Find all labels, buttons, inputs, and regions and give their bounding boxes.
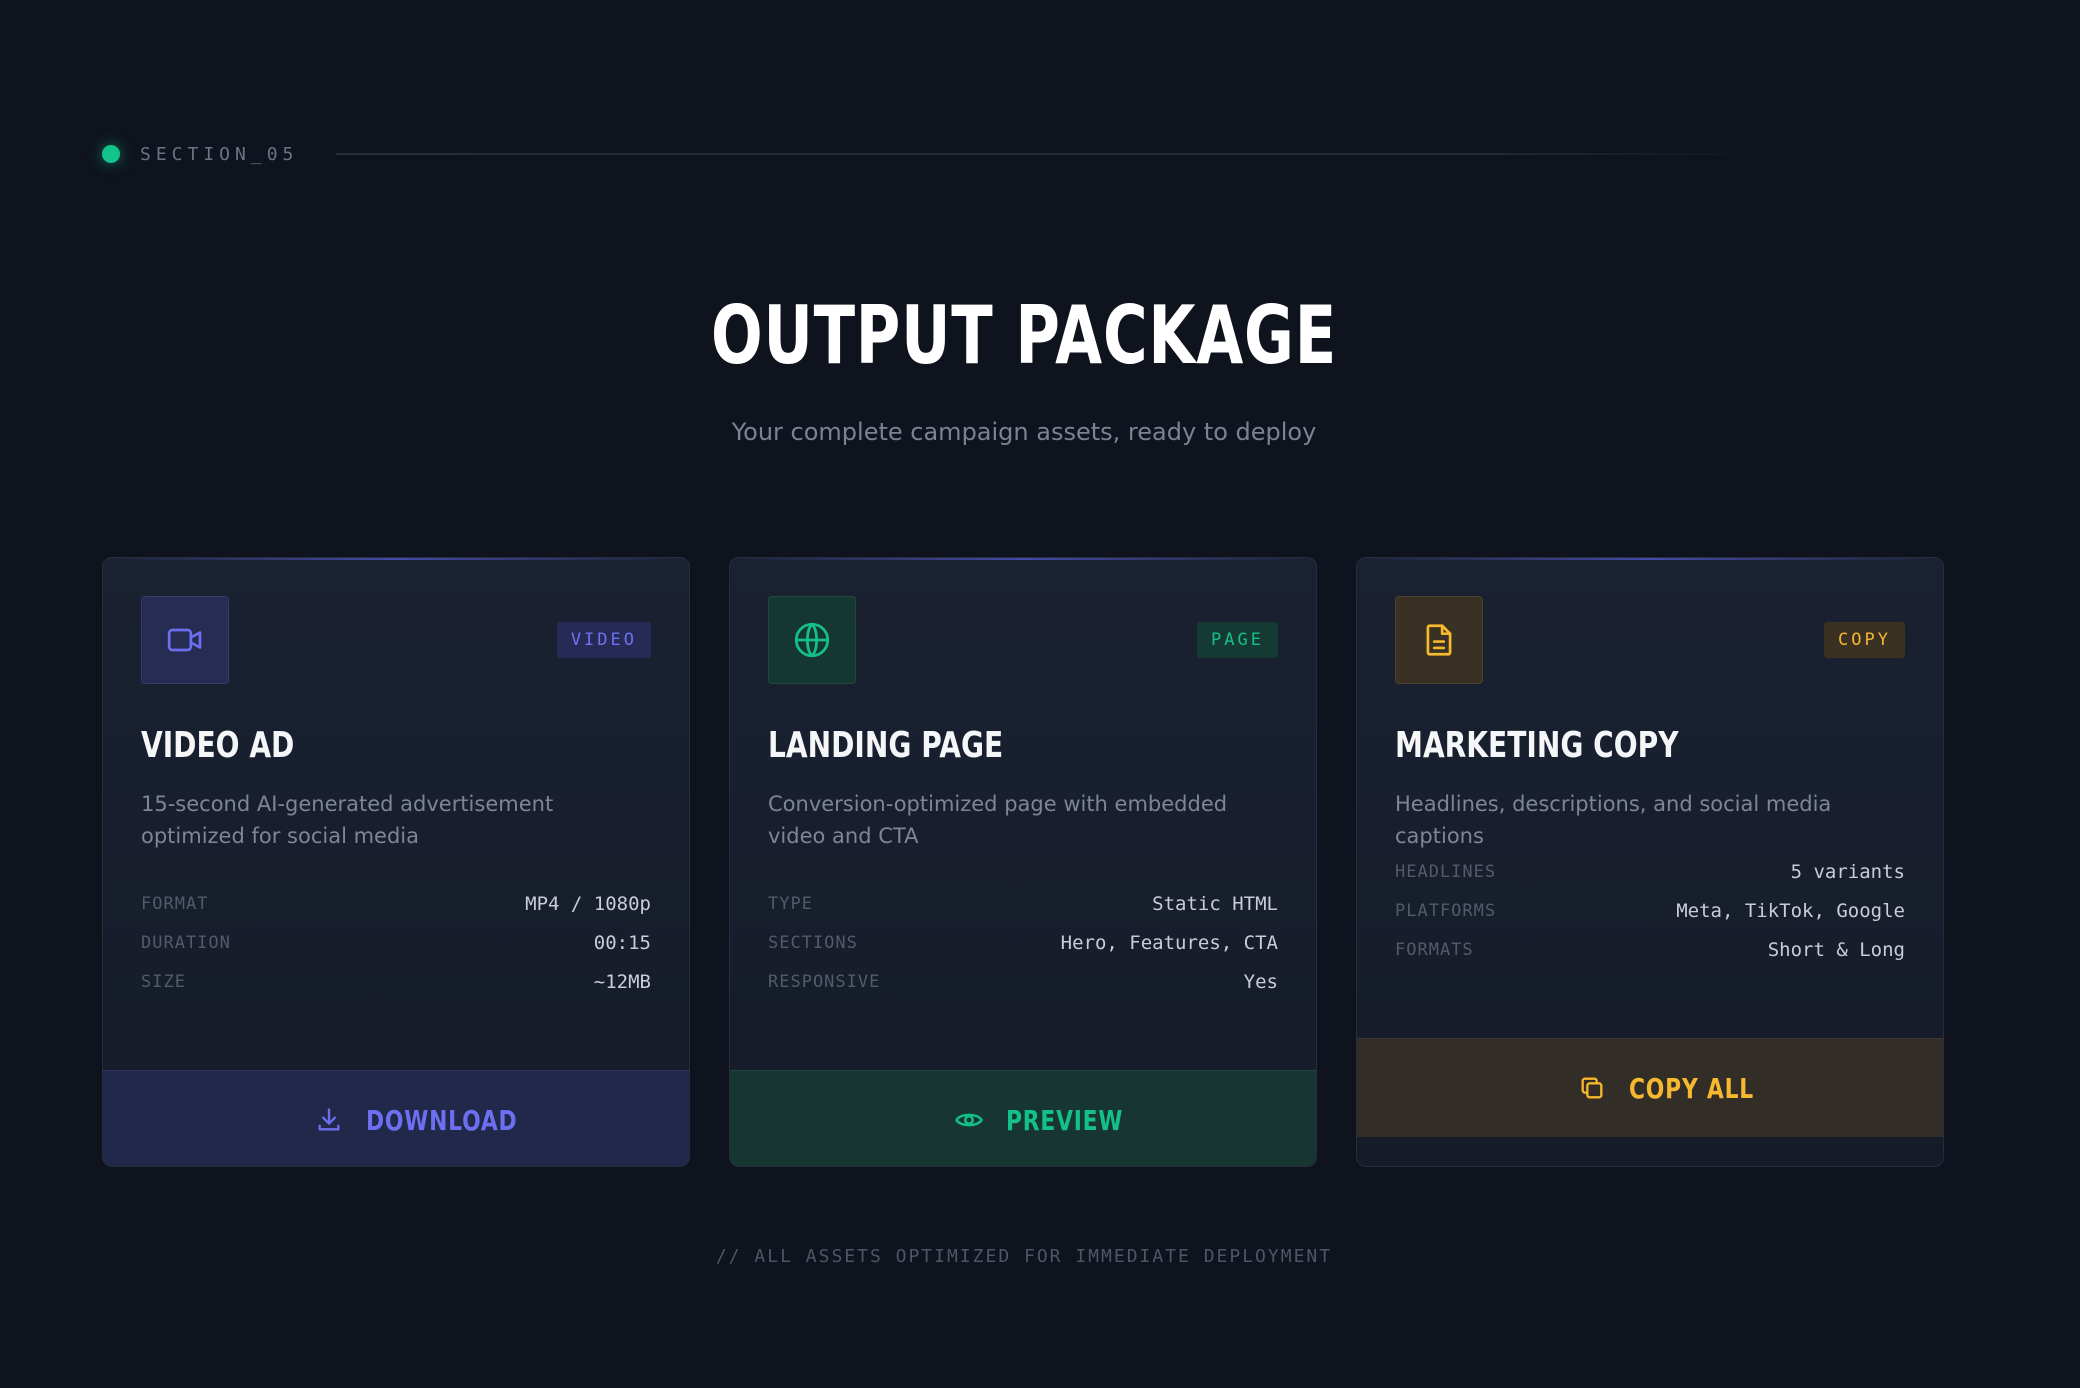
spec-row-sections: SECTIONS Hero, Features, CTA (768, 923, 1278, 962)
spec-value: ~12MB (593, 970, 651, 993)
globe-icon (768, 596, 856, 684)
section-divider (336, 153, 1762, 155)
section-header: SECTION_05 (102, 142, 1762, 166)
card-landing-page: PAGE LANDING PAGE Conversion-optimized p… (729, 557, 1317, 1167)
section-label: SECTION_05 (140, 143, 299, 165)
spec-key: FORMATS (1395, 939, 1474, 960)
spec-key: HEADLINES (1395, 861, 1497, 882)
download-icon (314, 1105, 344, 1135)
eye-icon (954, 1105, 984, 1135)
download-button[interactable]: DOWNLOAD (103, 1070, 689, 1166)
badge-copy: COPY (1824, 622, 1905, 658)
spec-key: DURATION (141, 932, 231, 953)
card-title: LANDING PAGE (768, 725, 1004, 766)
spec-value: Short & Long (1767, 938, 1905, 961)
preview-label: PREVIEW (1006, 1103, 1124, 1137)
page-title: OUTPUT PACKAGE (710, 289, 1338, 382)
spec-key: SIZE (141, 971, 186, 992)
footer-note: // ALL ASSETS OPTIMIZED FOR IMMEDIATE DE… (715, 1246, 1333, 1267)
copy-all-label: COPY ALL (1629, 1071, 1754, 1105)
spec-value: Yes (1243, 970, 1278, 993)
copy-icon (1577, 1073, 1607, 1103)
spec-value: MP4 / 1080p (525, 892, 651, 915)
spec-value: Static HTML (1152, 892, 1278, 915)
card-description: Headlines, descriptions, and social medi… (1395, 792, 1832, 848)
spec-row-duration: DURATION 00:15 (141, 923, 651, 962)
card-description: 15-second AI-generated advertisement opt… (141, 792, 554, 848)
spec-value: 5 variants (1790, 860, 1905, 883)
card-description: Conversion-optimized page with embedded … (768, 792, 1228, 848)
card-marketing-copy: COPY MARKETING COPY Headlines, descripti… (1356, 557, 1944, 1167)
status-dot (102, 145, 120, 163)
copy-all-button[interactable]: COPY ALL (1357, 1038, 1943, 1137)
spec-key: SECTIONS (768, 932, 858, 953)
preview-button[interactable]: PREVIEW (730, 1070, 1316, 1166)
badge-video: VIDEO (556, 622, 651, 658)
page-subtitle: Your complete campaign assets, ready to … (731, 418, 1317, 446)
spec-value: Hero, Features, CTA (1060, 931, 1278, 954)
spec-row-formats: FORMATS Short & Long (1395, 930, 1905, 969)
download-label: DOWNLOAD (366, 1103, 518, 1137)
card-video-ad: VIDEO VIDEO AD 15-second AI-generated ad… (102, 557, 690, 1167)
spec-row-responsive: RESPONSIVE Yes (768, 962, 1278, 1001)
video-camera-icon (141, 596, 229, 684)
spec-value: Meta, TikTok, Google (1676, 899, 1905, 922)
document-icon (1395, 596, 1483, 684)
spec-row-platforms: PLATFORMS Meta, TikTok, Google (1395, 891, 1905, 930)
spec-row-format: FORMAT MP4 / 1080p (141, 884, 651, 923)
card-title: VIDEO AD (141, 725, 295, 766)
spec-list: HEADLINES 5 variants PLATFORMS Meta, Tik… (1395, 852, 1905, 969)
spec-row-headlines: HEADLINES 5 variants (1395, 852, 1905, 891)
spec-list: TYPE Static HTML SECTIONS Hero, Features… (768, 884, 1278, 1001)
card-title: MARKETING COPY (1395, 725, 1679, 766)
spec-key: RESPONSIVE (768, 971, 881, 992)
spec-list: FORMAT MP4 / 1080p DURATION 00:15 SIZE ~… (141, 884, 651, 1001)
spec-key: TYPE (768, 893, 813, 914)
spec-key: FORMAT (141, 893, 209, 914)
spec-row-type: TYPE Static HTML (768, 884, 1278, 923)
badge-page: PAGE (1197, 622, 1278, 658)
spec-value: 00:15 (593, 931, 651, 954)
spec-row-size: SIZE ~12MB (141, 962, 651, 1001)
spec-key: PLATFORMS (1395, 900, 1497, 921)
